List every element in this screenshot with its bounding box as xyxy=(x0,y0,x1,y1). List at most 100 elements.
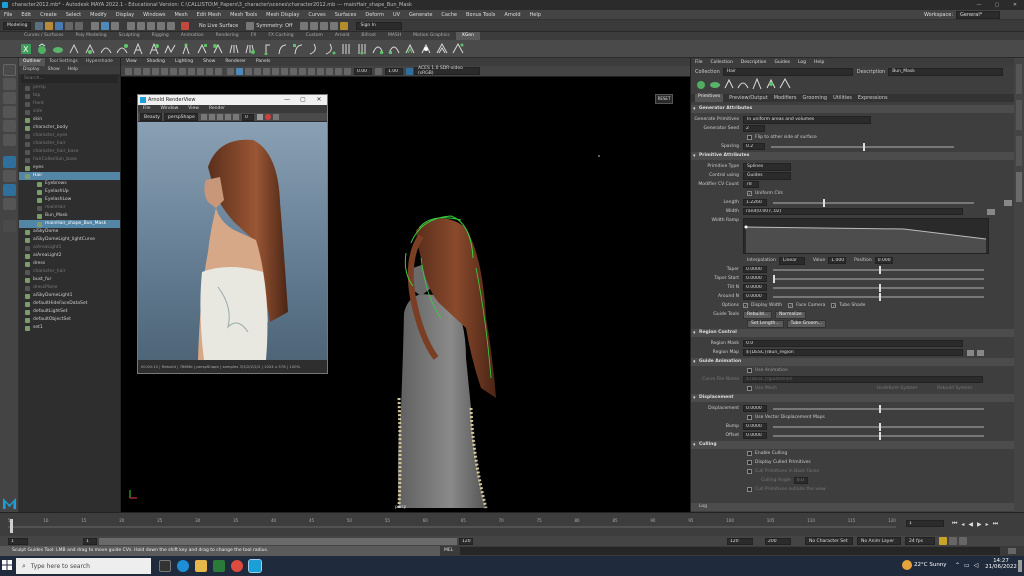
outliner-item[interactable]: EyelashLow xyxy=(19,196,120,204)
around-n-input[interactable]: 0.0000 xyxy=(743,293,767,300)
offset-slider[interactable] xyxy=(773,431,984,440)
minimize-button[interactable]: — xyxy=(970,2,988,8)
cull-flag-checkbox[interactable] xyxy=(747,469,752,474)
set-length-button[interactable]: Set Length... xyxy=(747,319,784,328)
file-explorer-icon[interactable] xyxy=(195,560,207,572)
ao-icon[interactable] xyxy=(281,67,288,75)
shelf-tab-custom[interactable]: Custom xyxy=(300,32,329,40)
menu-file[interactable]: File xyxy=(4,12,12,18)
crop-icon[interactable] xyxy=(217,114,223,120)
view-transform-dropdown[interactable]: ACES 1.0 SDR-video (sRGB) xyxy=(414,66,480,76)
select-tool-icon[interactable] xyxy=(3,64,16,76)
gamma-field[interactable]: 1.00 xyxy=(385,67,403,75)
outliner-item[interactable]: top xyxy=(19,92,120,100)
tab-outliner[interactable]: Outliner xyxy=(19,58,46,66)
viewcube-reset[interactable]: RESET xyxy=(655,94,673,104)
outliner-item[interactable]: character_eyes xyxy=(19,132,120,140)
modeling-toolkit-tab[interactable] xyxy=(1016,136,1022,166)
groom-cut-icon[interactable] xyxy=(131,42,145,55)
anim-layer-dropdown[interactable]: No Anim Layer xyxy=(857,537,901,545)
symmetry-icon[interactable] xyxy=(246,21,255,30)
curve-file-input[interactable]: ${DESC}/guideAnim xyxy=(743,376,983,383)
step-forward-icon[interactable]: ▸ xyxy=(986,521,989,528)
use-vector-checkbox[interactable] xyxy=(747,415,752,420)
tab-tool-settings[interactable]: Tool Settings xyxy=(45,58,82,66)
save-map-icon[interactable] xyxy=(977,349,984,356)
menu-edit-mesh[interactable]: Edit Mesh xyxy=(197,12,221,18)
zoom-icon[interactable] xyxy=(3,220,16,232)
tab-primitives[interactable]: Primitives xyxy=(695,94,724,102)
displacement-input[interactable]: 0.0000 xyxy=(743,405,767,412)
flip-guides-icon[interactable] xyxy=(751,77,765,92)
spacing-input[interactable]: 0.2 xyxy=(743,143,765,150)
outliner-menu-show[interactable]: Show xyxy=(44,66,64,74)
outliner-item[interactable]: defaultObjectSet xyxy=(19,316,120,324)
bump-input[interactable]: 0.0000 xyxy=(743,423,767,430)
mode-dropdown[interactable]: Modeling xyxy=(3,21,31,30)
cull-outside-checkbox[interactable] xyxy=(747,487,752,492)
shelf-tab-motion-graphics[interactable]: Motion Graphics xyxy=(407,32,456,40)
section-generator[interactable]: Generator Attributes xyxy=(691,105,1014,113)
tab-preview-output[interactable]: Preview/Output xyxy=(729,95,768,101)
taper-slider[interactable] xyxy=(773,265,984,274)
film-gate-icon[interactable] xyxy=(170,67,177,75)
new-scene-icon[interactable] xyxy=(35,21,43,30)
camera-select-icon[interactable] xyxy=(125,67,132,75)
menu-windows[interactable]: Windows xyxy=(143,12,165,18)
menu-curves[interactable]: Curves xyxy=(308,12,325,18)
snapshot-icon[interactable] xyxy=(225,114,231,120)
symmetry-label[interactable]: Symmetry: Off xyxy=(256,23,292,29)
play-back-icon[interactable]: ◀ xyxy=(968,521,973,528)
sound-icon[interactable] xyxy=(959,537,967,545)
outliner-item[interactable]: defaultLightSet xyxy=(19,308,120,316)
outliner-item[interactable]: aiAreaLight2 xyxy=(19,252,120,260)
outliner-layout-icon[interactable] xyxy=(3,184,16,196)
xgen-menu-log[interactable]: Log xyxy=(794,59,810,67)
outliner-item[interactable]: mainHair_shape_Bun_Mask xyxy=(19,220,120,228)
xgen-menu-file[interactable]: File xyxy=(691,59,707,67)
groom-grab-icon[interactable] xyxy=(99,43,113,55)
length-input[interactable]: 1.2260 xyxy=(743,199,767,206)
weather-text[interactable]: 22°C Sunny xyxy=(914,562,947,568)
taper-start-input[interactable]: 0.0000 xyxy=(743,275,767,282)
character-set-dropdown[interactable]: No Character Set xyxy=(805,537,853,545)
tab-hypershade[interactable]: Hypershade xyxy=(82,58,117,66)
wireframe-icon[interactable] xyxy=(227,67,234,75)
undo-icon[interactable] xyxy=(65,21,73,30)
collection-dropdown[interactable]: Hair xyxy=(722,67,853,76)
vp-menu-renderer[interactable]: Renderer xyxy=(220,58,251,66)
create-description-icon[interactable] xyxy=(695,78,709,92)
four-view-icon[interactable] xyxy=(3,170,16,182)
batch-render-icon[interactable] xyxy=(451,42,465,55)
outliner-item[interactable]: side xyxy=(19,108,120,116)
section-primitive[interactable]: Primitive Attributes xyxy=(691,152,1014,160)
groom-comb-icon[interactable] xyxy=(83,43,97,55)
outliner-item[interactable]: EyelashUp xyxy=(19,188,120,196)
rebuild-system-button[interactable]: Rebuild System xyxy=(937,386,972,391)
outliner-item[interactable]: dress xyxy=(19,260,120,268)
guide-rebuild-icon[interactable] xyxy=(323,43,337,55)
flip-checkbox[interactable] xyxy=(747,135,752,140)
menu-create[interactable]: Create xyxy=(40,12,57,18)
shelf-tab-rigging[interactable]: Rigging xyxy=(146,32,175,40)
render-settings-icon[interactable] xyxy=(273,114,279,120)
taper-input[interactable]: 0.0000 xyxy=(743,266,767,273)
groom-length-icon[interactable] xyxy=(147,42,161,55)
sculpt-guides-icon[interactable] xyxy=(275,43,289,55)
store-icon[interactable] xyxy=(213,560,225,572)
paint-icon[interactable] xyxy=(967,349,974,356)
outliner-item[interactable]: Hair xyxy=(19,172,120,180)
region-map-input[interactable]: ${DESC}/Bun_region xyxy=(743,349,963,356)
rv-menu-render[interactable]: Render xyxy=(204,105,230,113)
xgen-menu-collection[interactable]: Collection xyxy=(707,59,737,67)
select-component-icon[interactable] xyxy=(111,21,119,30)
outliner-item[interactable]: bust_fur xyxy=(19,276,120,284)
ramp-value-input[interactable]: 1.000 xyxy=(828,257,847,264)
menu-surfaces[interactable]: Surfaces xyxy=(335,12,357,18)
start-frame-input[interactable]: 1 xyxy=(8,537,28,545)
vp-menu-lighting[interactable]: Lighting xyxy=(170,58,198,66)
outliner-item[interactable]: dressPlane xyxy=(19,284,120,292)
menu-generate[interactable]: Generate xyxy=(409,12,432,18)
menu-mesh[interactable]: Mesh xyxy=(174,12,187,18)
volume-icon[interactable]: ◁ xyxy=(974,562,979,569)
